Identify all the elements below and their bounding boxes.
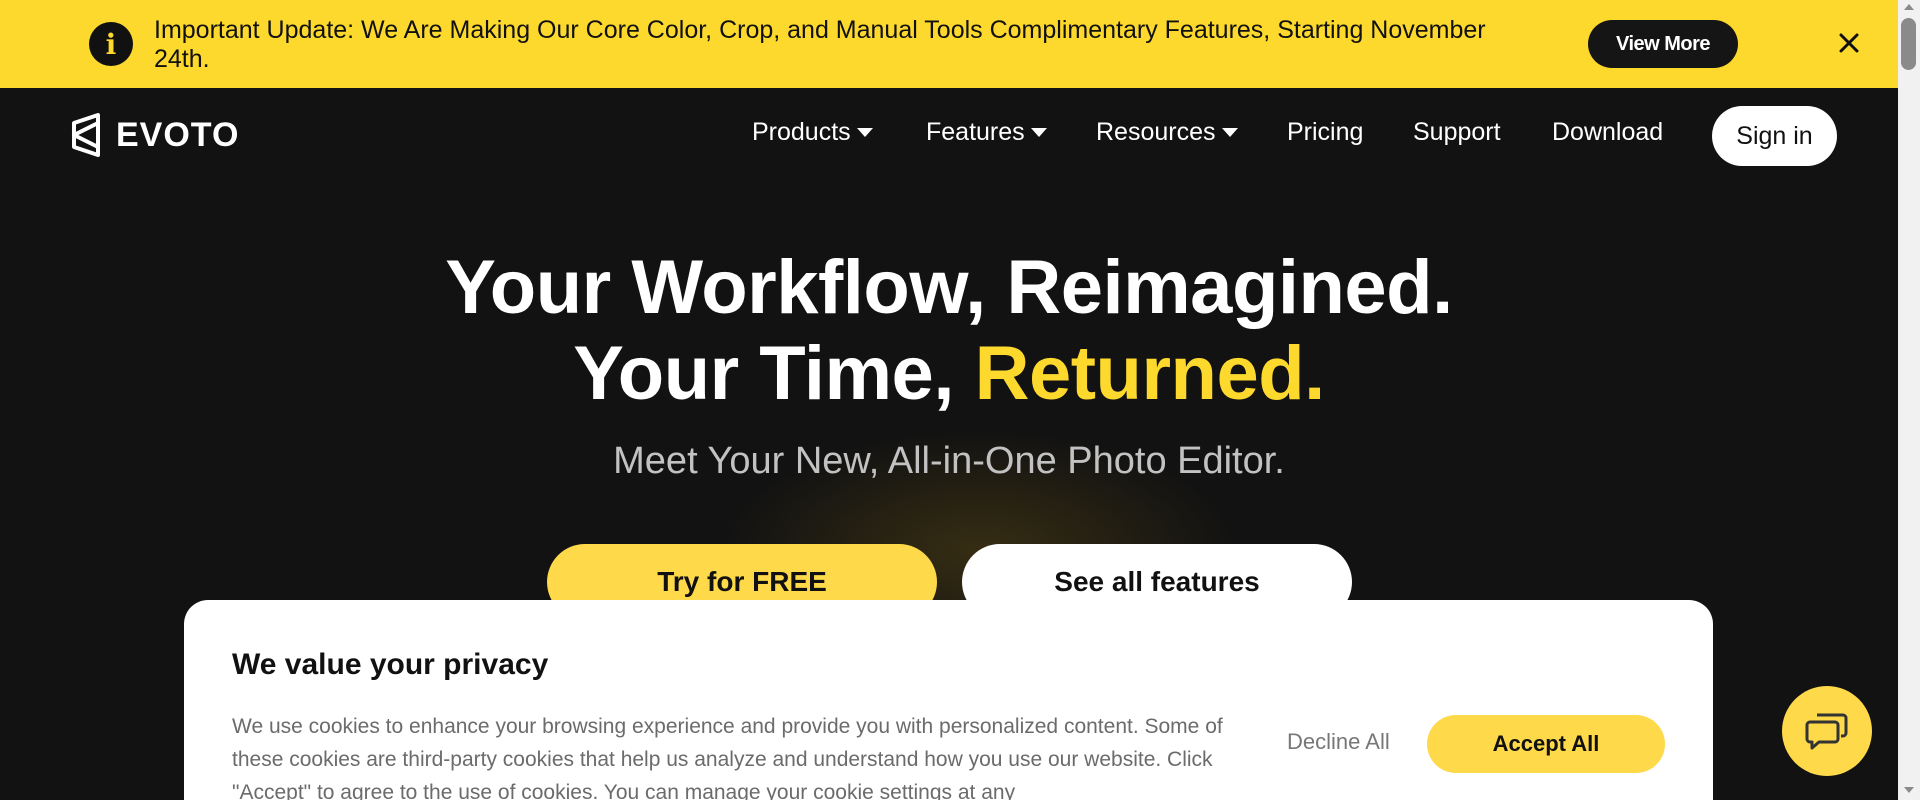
evoto-logo[interactable]: EVOTO xyxy=(70,113,239,157)
nav-features[interactable]: Features xyxy=(926,118,1047,147)
caret-down-icon xyxy=(1030,128,1047,137)
hero-line2-prefix: Your Time, xyxy=(573,331,975,416)
nav-products[interactable]: Products xyxy=(752,118,873,147)
nav-support-label: Support xyxy=(1413,118,1501,146)
nav-products-label: Products xyxy=(752,118,851,146)
chat-bubbles-icon xyxy=(1805,713,1848,750)
nav-features-label: Features xyxy=(926,118,1025,146)
nav-pricing[interactable]: Pricing xyxy=(1287,118,1363,147)
view-more-button[interactable]: View More xyxy=(1588,20,1738,68)
announcement-banner: i Important Update: We Are Making Our Co… xyxy=(0,0,1898,88)
hero-subtitle: Meet Your New, All-in-One Photo Editor. xyxy=(613,440,1285,482)
cookie-consent-dialog: We value your privacy We use cookies to … xyxy=(184,600,1713,800)
page-scrollbar[interactable] xyxy=(1898,0,1920,800)
nav-resources[interactable]: Resources xyxy=(1096,118,1238,147)
info-icon: i xyxy=(89,22,133,66)
decline-all-button[interactable]: Decline All xyxy=(1287,729,1390,755)
chat-widget-button[interactable] xyxy=(1782,686,1872,776)
nav-download[interactable]: Download xyxy=(1552,118,1663,147)
caret-down-icon xyxy=(856,128,873,137)
scroll-up-arrow-icon[interactable] xyxy=(1904,4,1914,10)
accept-all-button[interactable]: Accept All xyxy=(1427,715,1665,773)
nav-download-label: Download xyxy=(1552,118,1664,146)
nav-resources-label: Resources xyxy=(1096,118,1216,146)
nav-support[interactable]: Support xyxy=(1413,118,1501,147)
cookie-description: We use cookies to enhance your browsing … xyxy=(232,715,1223,800)
cookie-title: We value your privacy xyxy=(232,648,549,681)
hero-line2-accent: Returned. xyxy=(974,331,1326,416)
logo-text: EVOTO xyxy=(116,115,240,154)
caret-down-icon xyxy=(1221,128,1238,137)
hero-headline-line2: Your Time, Returned. xyxy=(0,330,1898,417)
close-icon[interactable] xyxy=(1834,28,1864,58)
nav-pricing-label: Pricing xyxy=(1287,118,1364,146)
banner-message: Important Update: We Are Making Our Core… xyxy=(154,16,1486,73)
scrollbar-thumb[interactable] xyxy=(1901,18,1916,70)
evoto-logo-icon xyxy=(72,113,100,157)
hero-headline-line1: Your Workflow, Reimagined. xyxy=(445,245,1453,330)
sign-in-button[interactable]: Sign in xyxy=(1712,106,1837,166)
scroll-down-arrow-icon[interactable] xyxy=(1904,787,1914,793)
